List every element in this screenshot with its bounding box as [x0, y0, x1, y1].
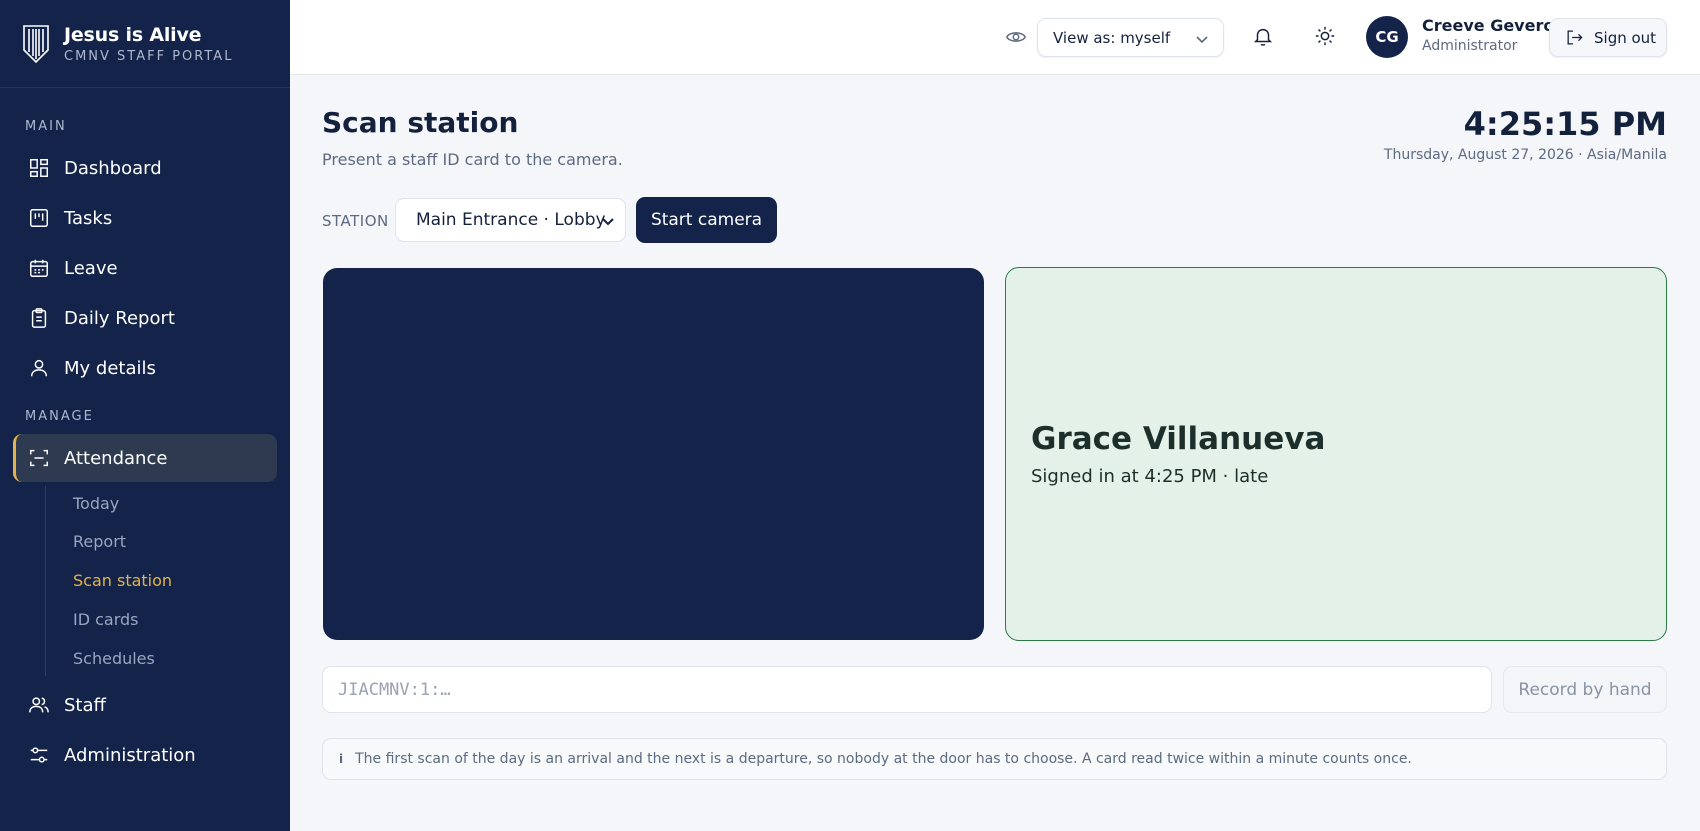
scan-icon: [30, 449, 48, 467]
topbar: View as: myself CG Creeve Gevero Adminis…: [290, 0, 1700, 75]
shield-logo-icon: [23, 24, 49, 63]
sidebar-subitem-scan-station[interactable]: Scan station: [73, 571, 172, 590]
sliders-icon: [30, 747, 48, 763]
station-label: STATION: [322, 212, 389, 230]
dashboard-icon: [30, 159, 48, 177]
camera-preview: [323, 268, 984, 640]
sidebar-item-label: Tasks: [64, 207, 113, 229]
brand: Jesus is Alive CMNV STAFF PORTAL: [0, 0, 290, 88]
clock: 4:25:15 PM: [1463, 105, 1667, 143]
sidebar-item-label: My details: [64, 357, 156, 379]
bell-icon[interactable]: [1252, 25, 1274, 47]
result-status: Signed in at 4:25 PM · late: [1031, 466, 1269, 487]
sidebar-item-my-details[interactable]: My details: [13, 344, 277, 392]
sidebar-subitem-report[interactable]: Report: [73, 532, 126, 551]
avatar[interactable]: CG: [1366, 16, 1408, 58]
view-as-select[interactable]: View as: myself: [1037, 18, 1224, 57]
scan-result-card: Grace Villanueva Signed in at 4:25 PM · …: [1005, 267, 1667, 641]
theme-toggle-icon[interactable]: [1314, 25, 1336, 47]
sidebar-item-label: Daily Report: [64, 307, 175, 329]
sidebar-subitem-id-cards[interactable]: ID cards: [73, 610, 139, 629]
section-label-main: MAIN: [25, 119, 67, 134]
users-icon: [29, 697, 49, 713]
sign-out-button[interactable]: Sign out: [1549, 18, 1667, 57]
sign-out-icon: [1567, 30, 1583, 45]
result-staff-name: Grace Villanueva: [1031, 421, 1326, 457]
calendar-icon: [30, 259, 48, 277]
info-icon: i: [339, 752, 344, 766]
station-value: Main Entrance · Lobby: [416, 210, 606, 230]
sidebar-item-label: Staff: [64, 694, 106, 716]
station-select[interactable]: Main Entrance · Lobby: [395, 198, 626, 242]
sign-out-label: Sign out: [1594, 28, 1657, 47]
start-camera-button[interactable]: Start camera: [636, 197, 777, 243]
sidebar-item-daily-report[interactable]: Daily Report: [13, 294, 277, 342]
page-title: Scan station: [322, 106, 519, 139]
brand-title: Jesus is Alive: [64, 23, 202, 46]
clipboard-icon: [31, 308, 47, 328]
section-label-manage: MANAGE: [25, 409, 94, 424]
chevron-down-icon: [1196, 36, 1208, 44]
sidebar-item-dashboard[interactable]: Dashboard: [13, 144, 277, 192]
chevron-down-icon: [602, 218, 614, 226]
user-name: Creeve Gevero: [1422, 16, 1555, 35]
sidebar-item-label: Administration: [64, 744, 196, 766]
sidebar-subitem-today[interactable]: Today: [73, 494, 119, 513]
user-role: Administrator: [1422, 38, 1518, 54]
sidebar: Jesus is Alive CMNV STAFF PORTAL MAIN Da…: [0, 0, 290, 831]
info-note: i The first scan of the day is an arriva…: [322, 738, 1667, 780]
sidebar-item-tasks[interactable]: Tasks: [13, 194, 277, 242]
sidebar-item-label: Attendance: [64, 447, 168, 469]
sidebar-item-label: Leave: [64, 257, 118, 279]
card-code-input[interactable]: JIACMNV:1:…: [322, 666, 1492, 713]
sidebar-item-staff[interactable]: Staff: [13, 681, 277, 729]
tasks-icon: [30, 209, 48, 227]
submenu-line: [45, 486, 46, 676]
sidebar-item-leave[interactable]: Leave: [13, 244, 277, 292]
record-by-hand-button[interactable]: Record by hand: [1503, 666, 1667, 713]
view-as-label: View as: myself: [1053, 28, 1171, 47]
sidebar-subitem-schedules[interactable]: Schedules: [73, 649, 155, 668]
sidebar-item-attendance[interactable]: Attendance: [13, 434, 277, 482]
page-subtitle: Present a staff ID card to the camera.: [322, 150, 623, 169]
info-text: The first scan of the day is an arrival …: [355, 751, 1412, 767]
sidebar-item-label: Dashboard: [64, 157, 162, 179]
user-icon: [30, 359, 48, 377]
date-timezone: Thursday, August 27, 2026 · Asia/Manila: [1383, 147, 1667, 163]
eye-icon: [1006, 32, 1026, 42]
sidebar-item-administration[interactable]: Administration: [13, 731, 277, 779]
brand-subtitle: CMNV STAFF PORTAL: [64, 48, 234, 64]
